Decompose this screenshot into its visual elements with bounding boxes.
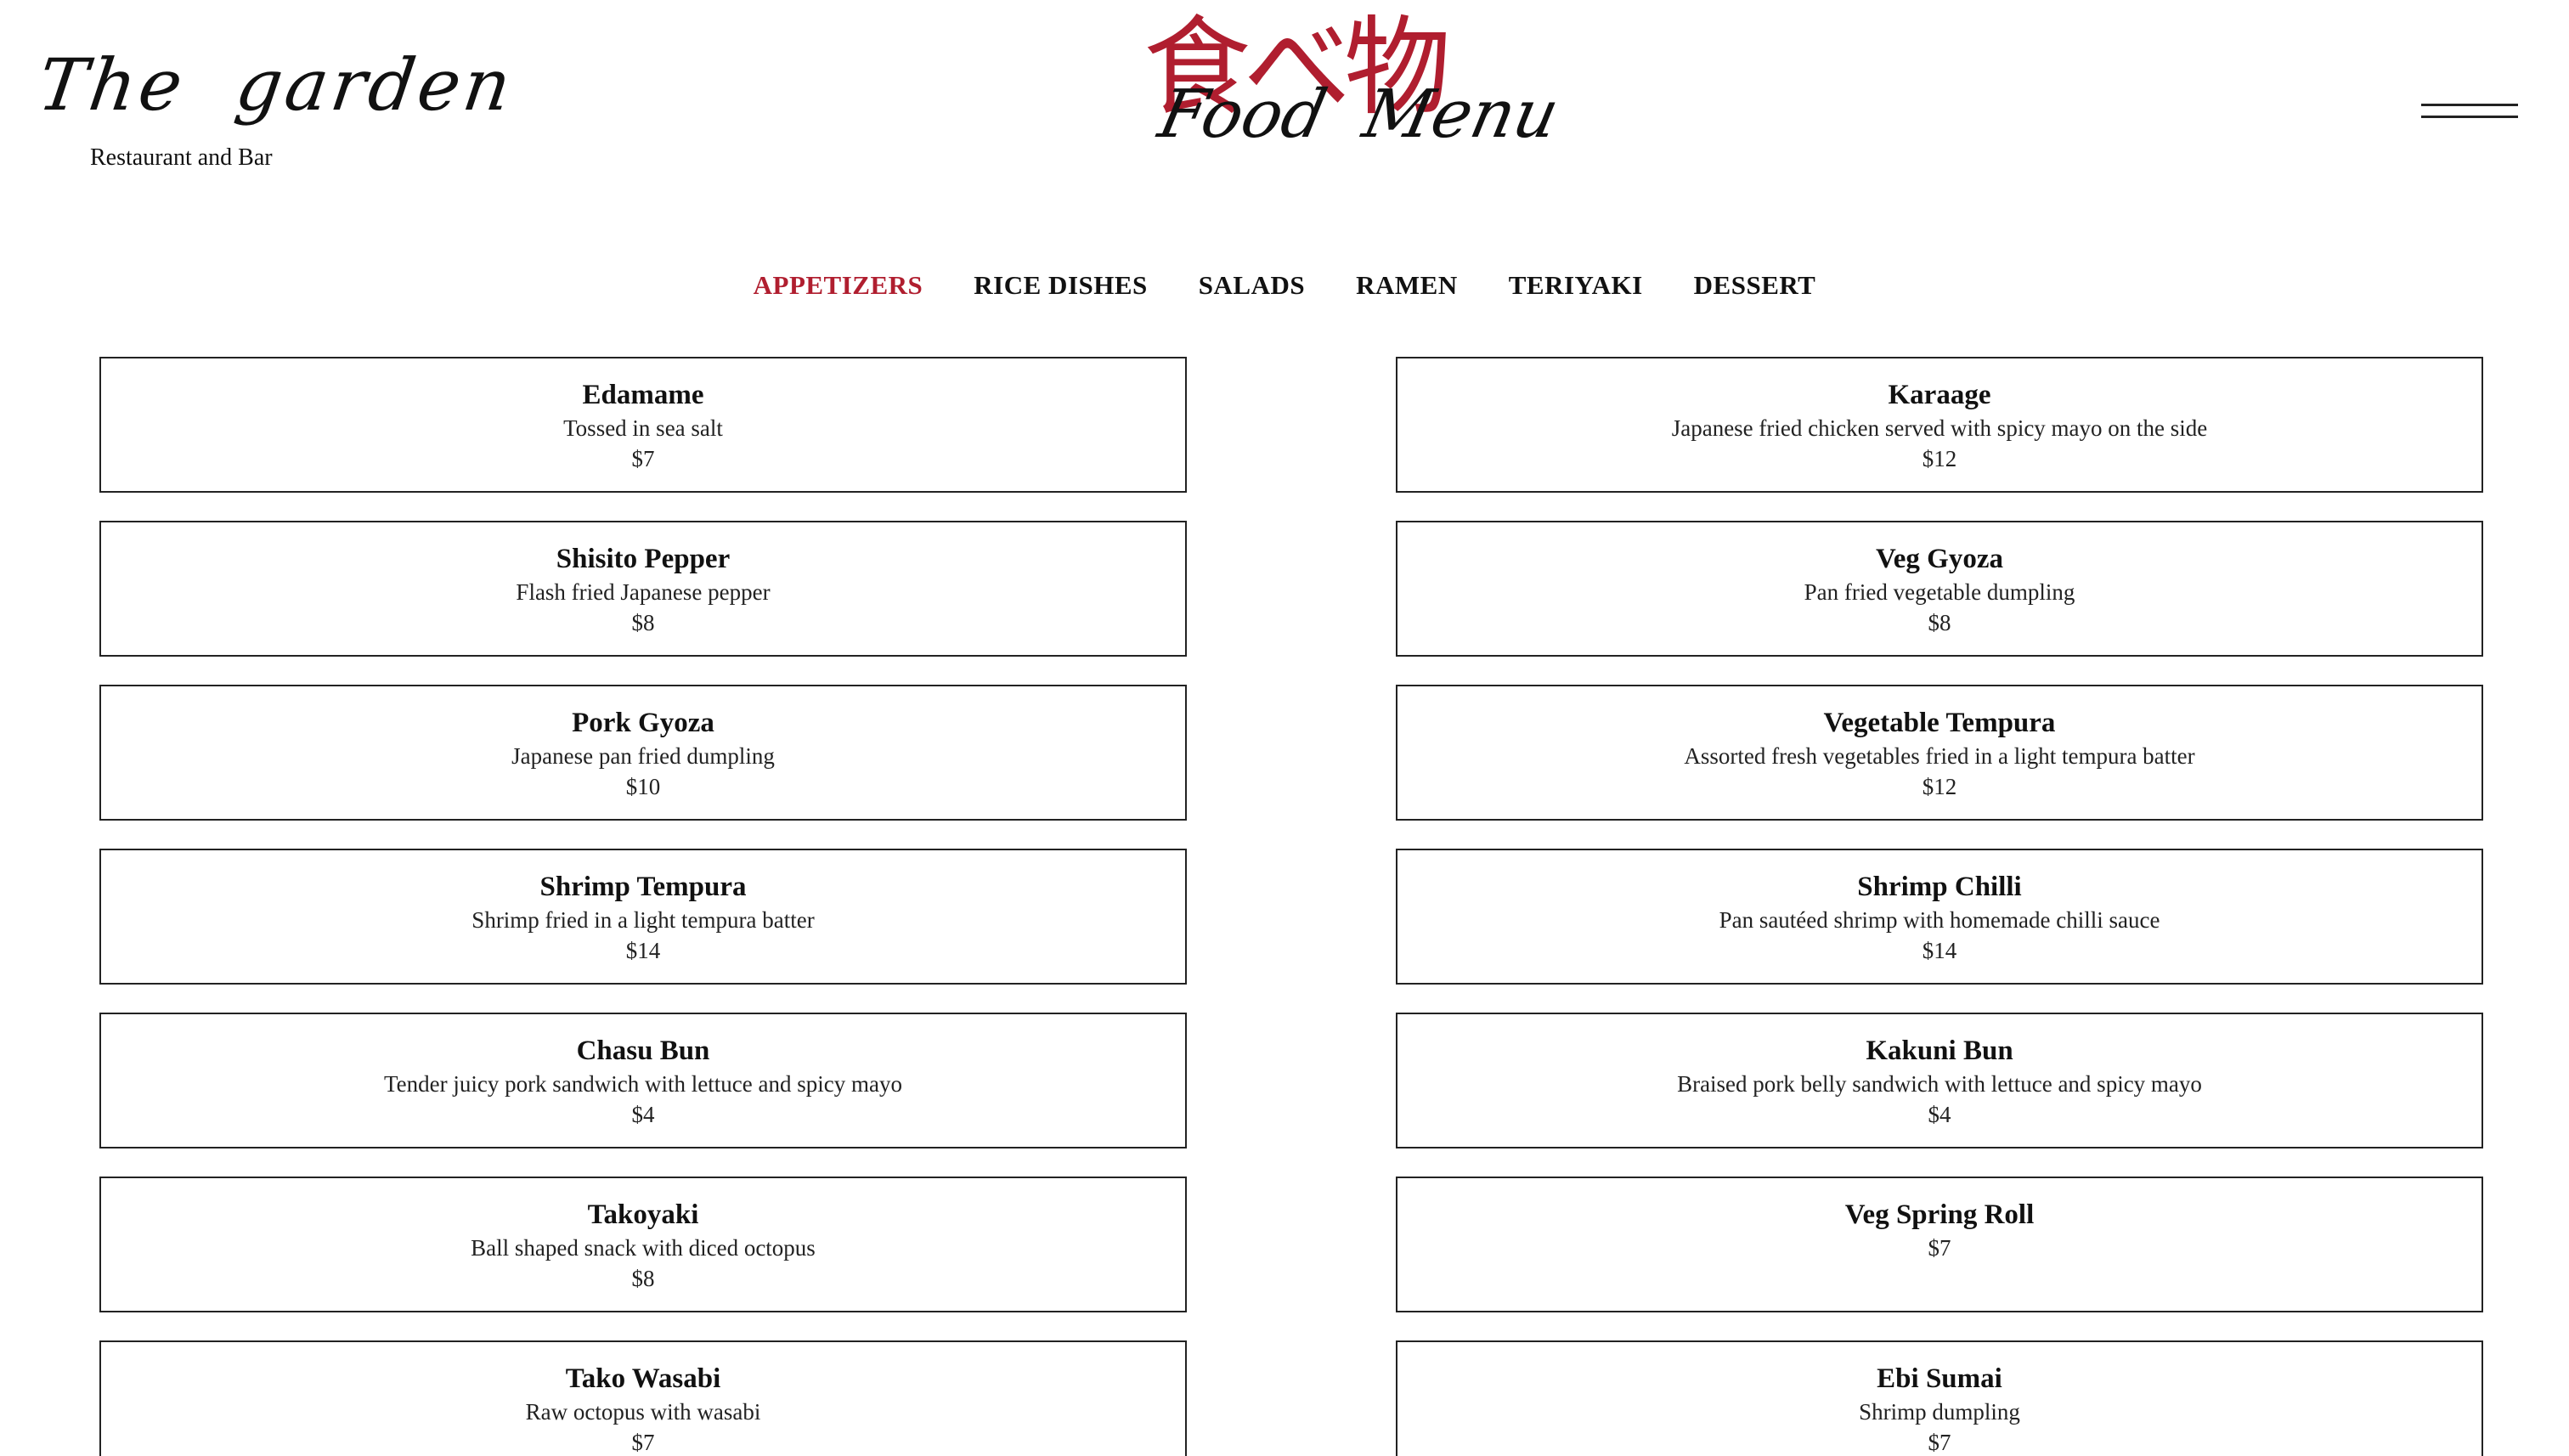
menu-item-description: Shrimp dumpling <box>1859 1399 2020 1425</box>
menu-item-price: $7 <box>1928 1430 1951 1455</box>
menu-item-name: Takoyaki <box>587 1199 699 1230</box>
menu-item-name: Vegetable Tempura <box>1823 708 2056 738</box>
menu-item-card[interactable]: Pork Gyoza Japanese pan fried dumpling $10 <box>99 685 1187 821</box>
menu-item-card[interactable]: Shrimp Tempura Shrimp fried in a light te… <box>99 849 1187 985</box>
tab-ramen[interactable]: RAMEN <box>1356 270 1458 301</box>
menu-item-card[interactable]: Shrimp Chilli Pan sautéed shrimp with hom… <box>1396 849 2483 985</box>
menu-item-description: Pan fried vegetable dumpling <box>1804 579 2075 605</box>
menu-item-card[interactable]: Edamame Tossed in sea salt $7 <box>99 357 1187 493</box>
menu-item-card[interactable]: Veg Spring Roll $7 <box>1396 1177 2483 1312</box>
menu-item-price: $14 <box>1922 938 1957 963</box>
menu-item-description: Raw octopus with wasabi <box>525 1399 761 1425</box>
menu-item-description: Braised pork belly sandwich with lettuce… <box>1677 1071 2202 1097</box>
menu-item-card[interactable]: Karaage Japanese fried chicken served wit… <box>1396 357 2483 493</box>
menu-item-name: Ebi Sumai <box>1877 1363 2002 1394</box>
menu-item-price: $7 <box>631 446 655 471</box>
menu-item-description: Japanese pan fried dumpling <box>511 743 775 769</box>
menu-item-price: $8 <box>631 1266 655 1291</box>
menu-item-price: $4 <box>1928 1102 1951 1127</box>
menu-item-price: $7 <box>1928 1235 1951 1261</box>
menu-item-description: Ball shaped snack with diced octopus <box>471 1235 816 1261</box>
menu-item-description: Flash fried Japanese pepper <box>516 579 771 605</box>
menu-item-price: $12 <box>1922 446 1957 471</box>
hamburger-bar <box>2421 116 2518 118</box>
menu-item-price: $7 <box>631 1430 655 1455</box>
menu-item-card[interactable]: Tako Wasabi Raw octopus with wasabi $7 <box>99 1340 1187 1456</box>
menu-item-name: Tako Wasabi <box>565 1363 721 1394</box>
logo-script: Food Menu <box>1152 76 1566 153</box>
tab-teriyaki[interactable]: TERIYAKI <box>1509 270 1643 301</box>
brand-name: The garden <box>33 43 520 127</box>
hamburger-icon[interactable] <box>2421 102 2518 121</box>
menu-item-price: $4 <box>631 1102 655 1127</box>
menu-item-name: Shrimp Chilli <box>1857 872 2022 902</box>
menu-item-price: $12 <box>1922 774 1957 799</box>
menu-item-name: Pork Gyoza <box>572 708 714 738</box>
menu-item-name: Veg Spring Roll <box>1844 1199 2035 1230</box>
menu-item-card[interactable]: Chasu Bun Tender juicy pork sandwich with… <box>99 1013 1187 1148</box>
menu-item-card[interactable]: Takoyaki Ball shaped snack with diced oct… <box>99 1177 1187 1312</box>
menu-item-name: Karaage <box>1888 380 1991 410</box>
menu-item-description: Pan sautéed shrimp with homemade chilli … <box>1719 907 2160 933</box>
tab-rice-dishes[interactable]: RICE DISHES <box>974 270 1148 301</box>
tab-dessert[interactable]: DESSERT <box>1694 270 1816 301</box>
brand-logo[interactable]: The garden Restaurant and Bar <box>33 43 519 177</box>
menu-item-name: Shrimp Tempura <box>539 872 747 902</box>
menu-item-price: $10 <box>625 774 661 799</box>
menu-item-price: $8 <box>1928 610 1951 635</box>
brand-subtitle: Restaurant and Bar <box>90 144 273 171</box>
hamburger-bar <box>2421 104 2518 106</box>
menu-item-card[interactable]: Shisito Pepper Flash fried Japanese peppe… <box>99 521 1187 657</box>
tab-appetizers[interactable]: APPETIZERS <box>754 270 923 301</box>
menu-item-name: Edamame <box>582 380 704 410</box>
menu-item-name: Veg Gyoza <box>1875 544 2003 574</box>
food-menu-logo: 食べ物 Food Menu <box>1138 11 1566 165</box>
tab-salads[interactable]: SALADS <box>1199 270 1305 301</box>
menu-page: The garden Restaurant and Bar 食べ物 Food M… <box>0 0 2569 1456</box>
menu-item-description: Tossed in sea salt <box>563 415 723 441</box>
menu-item-price: $8 <box>631 610 655 635</box>
menu-item-description: Shrimp fried in a light tempura batter <box>471 907 815 933</box>
menu-item-name: Kakuni Bun <box>1866 1036 2013 1066</box>
menu-item-card[interactable]: Ebi Sumai Shrimp dumpling $7 <box>1396 1340 2483 1456</box>
menu-item-card[interactable]: Veg Gyoza Pan fried vegetable dumpling $8 <box>1396 521 2483 657</box>
category-tabs: APPETIZERS RICE DISHES SALADS RAMEN TERIYAKI… <box>0 270 2569 301</box>
menu-item-description: Tender juicy pork sandwich with lettuce … <box>384 1071 902 1097</box>
menu-item-name: Shisito Pepper <box>556 544 731 574</box>
menu-item-card[interactable]: Kakuni Bun Braised pork belly sandwich wi… <box>1396 1013 2483 1148</box>
menu-item-description: Japanese fried chicken served with spicy… <box>1671 415 2208 441</box>
menu-grid: Edamame Tossed in sea salt $7 Karaage Japane… <box>99 357 2483 1456</box>
menu-item-description: Assorted fresh vegetables fried in a lig… <box>1684 743 2195 769</box>
menu-item-name: Chasu Bun <box>576 1036 710 1066</box>
menu-item-price: $14 <box>625 938 661 963</box>
menu-item-card[interactable]: Vegetable Tempura Assorted fresh vegetabl… <box>1396 685 2483 821</box>
